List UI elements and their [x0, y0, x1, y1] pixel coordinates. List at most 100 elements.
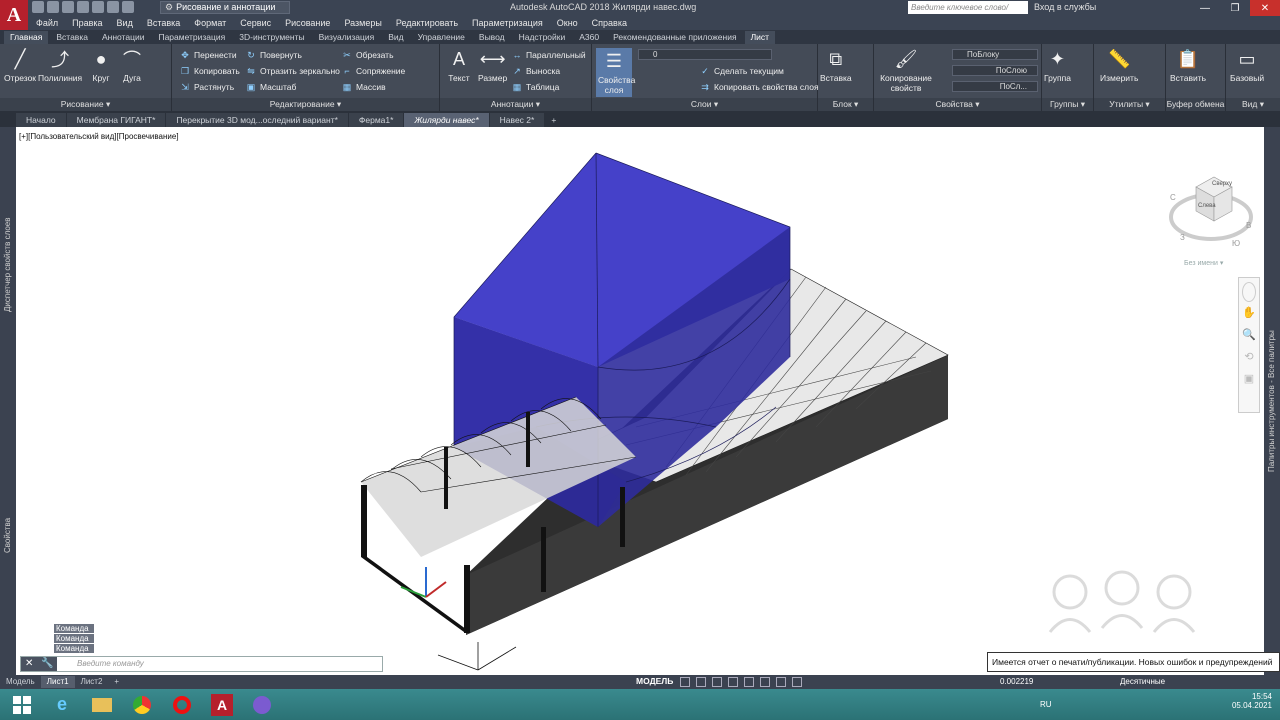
ucs-menu[interactable]: Без имени ▾ [1184, 259, 1234, 269]
osnap-toggle-icon[interactable] [744, 677, 754, 687]
steering-wheel-icon[interactable] [1242, 282, 1256, 302]
transparency-toggle-icon[interactable] [792, 677, 802, 687]
viewcube[interactable]: Сверху Слева С В Ю З [1166, 169, 1256, 269]
system-clock[interactable]: 15:54 05.04.2021 [1232, 692, 1272, 710]
menu-item[interactable]: Размеры [344, 18, 381, 28]
paste-button[interactable]: 📋 Вставить [1170, 48, 1206, 84]
polyline-button[interactable]: ⤴ Полилиния [38, 48, 82, 83]
tab-sheet1[interactable]: Лист1 [40, 676, 75, 688]
table-button[interactable]: ▦ Таблица [512, 82, 560, 93]
viber-icon[interactable] [244, 690, 280, 719]
annotation-scale[interactable]: 0.002219 [1000, 677, 1033, 686]
new-file-icon[interactable] [32, 1, 44, 13]
polar-toggle-icon[interactable] [728, 677, 738, 687]
color-dropdown[interactable]: ПоБлоку [952, 49, 1038, 60]
tab-view[interactable]: Вид [382, 31, 409, 44]
tab-featured-apps[interactable]: Рекомендованные приложения [607, 31, 742, 44]
linear-dim-button[interactable]: ↔ Параллельный [512, 50, 586, 60]
copy-button[interactable]: ❐ Копировать [180, 66, 240, 77]
signin-button[interactable]: Вход в службы [1034, 2, 1096, 12]
panel-title[interactable]: Редактирование ▾ [172, 98, 439, 111]
start-button[interactable] [4, 690, 40, 719]
panel-title[interactable]: Буфер обмена [1166, 98, 1225, 111]
pan-icon[interactable]: ✋ [1242, 306, 1256, 324]
tab-insert[interactable]: Вставка [50, 31, 94, 44]
autocad-taskbar-icon[interactable]: A [204, 690, 240, 719]
model-space-button[interactable]: МОДЕЛЬ [636, 676, 673, 686]
leader-button[interactable]: ↗ Выноска [512, 66, 560, 77]
minimize-icon[interactable]: — [1190, 0, 1220, 16]
arc-button[interactable]: ⌒ Дуга [121, 48, 143, 83]
orbit-icon[interactable]: ⟲ [1242, 350, 1256, 368]
close-icon[interactable]: ✕ [1250, 0, 1280, 16]
trim-button[interactable]: ✂ Обрезать [342, 50, 393, 61]
text-button[interactable]: A Текст [448, 48, 470, 84]
menu-item[interactable]: Справка [592, 18, 627, 28]
menu-item[interactable]: Вид [117, 18, 133, 28]
file-tab[interactable]: Мембрана ГИГАНТ* [66, 113, 166, 127]
menu-item[interactable]: Параметризация [472, 18, 543, 28]
workspace-dropdown[interactable]: ⚙ Рисование и аннотации [160, 1, 290, 14]
properties-palette[interactable]: Свойства [3, 518, 12, 553]
file-tab-active[interactable]: Жилярди навес* [404, 113, 489, 127]
make-current-button[interactable]: ✓ Сделать текущим [700, 66, 784, 77]
ie-icon[interactable]: e [44, 690, 80, 719]
print-icon[interactable] [92, 1, 104, 13]
menu-item[interactable]: Файл [36, 18, 58, 28]
scale-button[interactable]: ▣ Масштаб [246, 82, 297, 93]
dimension-button[interactable]: ⟷ Размер [478, 48, 507, 84]
menu-item[interactable]: Сервис [240, 18, 271, 28]
tab-visualize[interactable]: Визуализация [313, 31, 381, 44]
undo-icon[interactable] [107, 1, 119, 13]
insert-block-button[interactable]: ⧉ Вставка [820, 48, 852, 84]
menu-item[interactable]: Вставка [147, 18, 180, 28]
tab-sheet[interactable]: Лист [744, 31, 776, 44]
file-tab[interactable]: Навес 2* [489, 113, 545, 127]
lineweight-toggle-icon[interactable] [776, 677, 786, 687]
restore-icon[interactable]: ❐ [1220, 0, 1250, 16]
save-as-icon[interactable] [77, 1, 89, 13]
panel-title[interactable]: Аннотации ▾ [440, 98, 591, 111]
move-button[interactable]: ✥ Перенести [180, 50, 236, 61]
snap-toggle-icon[interactable] [696, 677, 706, 687]
layer-properties-button[interactable]: ☰ Свойства слоя [596, 48, 635, 97]
tab-parametric[interactable]: Параметризация [152, 31, 231, 44]
command-line[interactable]: ✕ 🔧 Введите команду [20, 656, 383, 672]
base-view-button[interactable]: ▭ Базовый [1230, 48, 1264, 84]
panel-title[interactable]: Группы ▾ [1042, 98, 1093, 111]
save-icon[interactable] [62, 1, 74, 13]
file-tab[interactable]: Ферма1* [348, 113, 404, 127]
tab-home[interactable]: Главная [4, 31, 49, 44]
tab-annotate[interactable]: Аннотации [96, 31, 151, 44]
opera-icon[interactable] [164, 690, 200, 719]
menu-item[interactable]: Редактировать [396, 18, 458, 28]
showmotion-icon[interactable]: ▣ [1242, 372, 1256, 390]
tool-palettes[interactable]: Палитры инструментов - Все палитры [1267, 330, 1276, 472]
otrack-toggle-icon[interactable] [760, 677, 770, 687]
ortho-toggle-icon[interactable] [712, 677, 722, 687]
language-indicator[interactable]: RU [1040, 700, 1052, 709]
tab-output[interactable]: Вывод [473, 31, 511, 44]
chrome-icon[interactable] [124, 690, 160, 719]
line-button[interactable]: ╱ Отрезок [4, 48, 36, 84]
close-icon[interactable]: ✕ [25, 658, 33, 669]
redo-icon[interactable] [122, 1, 134, 13]
stretch-button[interactable]: ⇲ Растянуть [180, 82, 234, 93]
match-layer-button[interactable]: ⇉ Копировать свойства слоя [700, 82, 818, 93]
menu-item[interactable]: Окно [557, 18, 578, 28]
measure-button[interactable]: 📏 Измерить [1100, 48, 1138, 84]
menu-item[interactable]: Правка [72, 18, 102, 28]
file-tab[interactable]: Перекрытие 3D мод...оследний вариант* [166, 113, 348, 127]
explorer-icon[interactable] [84, 690, 120, 719]
circle-button[interactable]: ● Круг [90, 48, 112, 84]
tab-model[interactable]: Модель [0, 676, 41, 688]
menu-item[interactable]: Формат [194, 18, 226, 28]
wrench-icon[interactable]: 🔧 [41, 658, 53, 669]
app-logo-button[interactable]: A [0, 0, 28, 30]
panel-title[interactable]: Вид ▾ [1226, 98, 1280, 111]
lineweight-dropdown[interactable]: ПоСл... [952, 81, 1038, 92]
match-properties-button[interactable]: 🖌 Копирование свойств [878, 48, 934, 94]
mirror-button[interactable]: ⇋ Отразить зеркально [246, 66, 340, 77]
panel-title[interactable]: Блок ▾ [818, 98, 873, 111]
tab-addins[interactable]: Надстройки [513, 31, 572, 44]
